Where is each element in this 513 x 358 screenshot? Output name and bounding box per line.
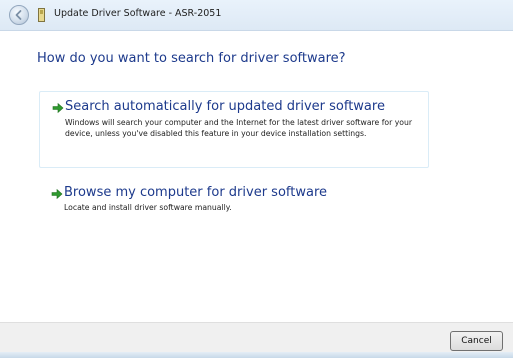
green-arrow-icon bbox=[52, 102, 64, 114]
device-icon bbox=[38, 8, 45, 22]
option-title: Browse my computer for driver software bbox=[64, 185, 327, 200]
option-title: Search automatically for updated driver … bbox=[65, 99, 385, 114]
cancel-button[interactable]: Cancel bbox=[450, 331, 503, 351]
search-automatically-option[interactable]: Search automatically for updated driver … bbox=[39, 91, 429, 168]
window-title: Update Driver Software - ASR-2051 bbox=[54, 8, 222, 19]
update-driver-dialog: Update Driver Software - ASR-2051 How do… bbox=[0, 0, 513, 358]
title-bar: Update Driver Software - ASR-2051 bbox=[0, 0, 513, 31]
back-arrow-icon bbox=[15, 10, 22, 20]
page-heading: How do you want to search for driver sof… bbox=[37, 51, 346, 66]
back-button[interactable] bbox=[9, 5, 29, 25]
window-bottom-border bbox=[0, 352, 513, 358]
browse-computer-option[interactable]: Browse my computer for driver software L… bbox=[39, 181, 429, 221]
option-description: Windows will search your computer and th… bbox=[65, 118, 413, 138]
green-arrow-icon bbox=[51, 188, 63, 200]
option-description: Locate and install driver software manua… bbox=[64, 203, 232, 212]
